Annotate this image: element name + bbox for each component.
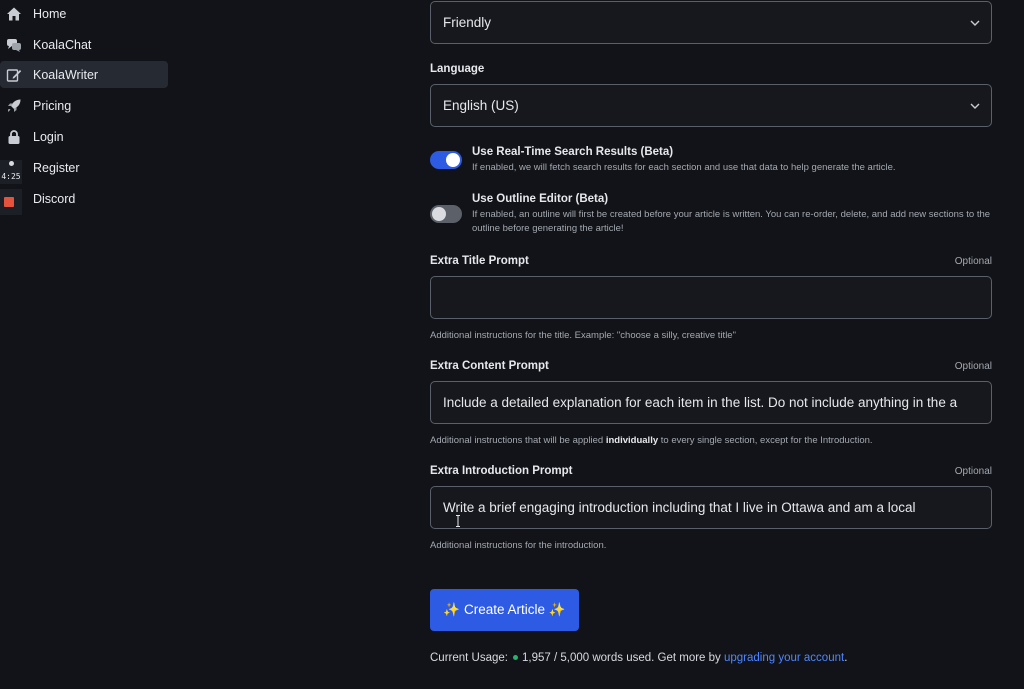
chevron-down-icon	[970, 103, 980, 109]
usage-line: Current Usage: 1,957 / 5,000 words used. …	[430, 652, 847, 664]
extra-title-help: Additional instructions for the title. E…	[430, 330, 736, 341]
outline-editor-title: Use Outline Editor (Beta)	[472, 193, 609, 205]
status-dot-icon	[512, 655, 518, 660]
sidebar-item-login[interactable]: Login	[0, 123, 168, 150]
toggle-knob	[432, 207, 446, 221]
sidebar-item-label: Pricing	[33, 98, 72, 113]
language-select[interactable]: English (US)	[430, 84, 992, 127]
extra-intro-input[interactable]: Write a brief engaging introduction incl…	[430, 486, 992, 529]
extra-title-input[interactable]	[430, 276, 992, 319]
sidebar-item-koalachat[interactable]: KoalaChat	[0, 31, 168, 58]
sidebar-item-label: Register	[33, 160, 80, 175]
sidebar-item-discord[interactable]: Discord	[0, 185, 168, 212]
chevron-down-icon	[970, 20, 980, 26]
extra-content-value: Include a detailed explanation for each …	[443, 395, 958, 410]
home-icon	[6, 6, 22, 22]
tone-select[interactable]: Friendly	[430, 1, 992, 44]
help-text: to every single section, except for the …	[658, 435, 873, 446]
extra-content-help: Additional instructions that will be app…	[430, 435, 873, 446]
outline-editor-description: If enabled, an outline will first be cre…	[472, 209, 991, 234]
extra-content-label: Extra Content Prompt	[430, 360, 549, 372]
edit-icon	[6, 67, 22, 83]
help-text: Additional instructions that will be app…	[430, 435, 606, 446]
outline-editor-toggle[interactable]	[430, 205, 462, 223]
tone-select-value: Friendly	[443, 15, 492, 30]
usage-prefix: Current Usage:	[430, 652, 508, 664]
realtime-search-description: If enabled, we will fetch search results…	[472, 162, 896, 173]
sidebar: Home KoalaChat KoalaWriter Pricing Login…	[0, 0, 172, 689]
language-label: Language	[430, 63, 485, 75]
sidebar-item-label: Home	[33, 6, 67, 21]
sidebar-item-koalawriter[interactable]: KoalaWriter	[0, 61, 168, 88]
sidebar-item-register[interactable]: Register	[0, 154, 168, 181]
realtime-search-toggle[interactable]	[430, 151, 462, 169]
toggle-knob	[446, 153, 460, 167]
sidebar-item-label: Login	[33, 129, 64, 144]
extra-title-label: Extra Title Prompt	[430, 255, 529, 267]
upgrade-account-link[interactable]: upgrading your account	[724, 652, 844, 664]
rocket-icon	[6, 98, 22, 114]
sidebar-item-pricing[interactable]: Pricing	[0, 92, 168, 119]
sidebar-item-label: Discord	[33, 191, 76, 206]
language-select-value: English (US)	[443, 98, 519, 113]
sidebar-item-label: KoalaChat	[33, 37, 92, 52]
create-article-button[interactable]: ✨ Create Article ✨	[430, 589, 579, 631]
realtime-search-title: Use Real-Time Search Results (Beta)	[472, 146, 674, 158]
chat-icon	[6, 37, 22, 53]
usage-count: 1,957 / 5,000 words used. Get more by	[521, 652, 721, 664]
extra-intro-help: Additional instructions for the introduc…	[430, 540, 607, 551]
sidebar-item-label: KoalaWriter	[33, 67, 99, 82]
help-emphasis: individually	[605, 435, 659, 446]
lock-icon	[6, 129, 22, 145]
text-cursor-icon	[456, 515, 460, 527]
extra-intro-label: Extra Introduction Prompt	[430, 465, 573, 477]
optional-tag: Optional	[954, 361, 992, 372]
extra-content-input[interactable]: Include a detailed explanation for each …	[430, 381, 992, 424]
optional-tag: Optional	[954, 256, 992, 267]
extra-intro-value: Write a brief engaging introduction incl…	[443, 500, 916, 515]
sidebar-item-home[interactable]: Home	[0, 0, 168, 27]
usage-suffix: .	[844, 652, 848, 664]
optional-tag: Optional	[954, 466, 992, 477]
